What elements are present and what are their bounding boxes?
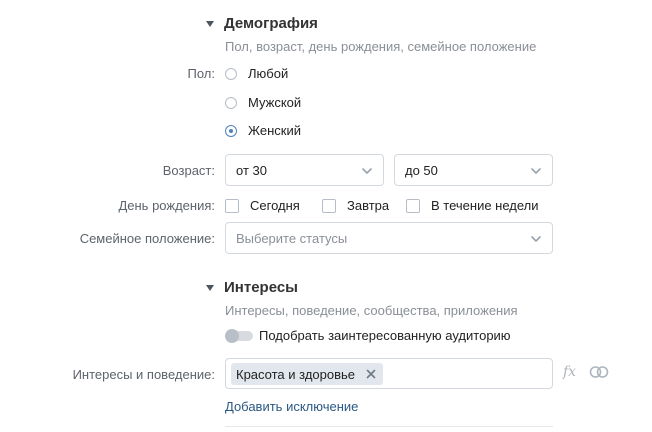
marital-label: Семейное положение: [79, 231, 215, 246]
demography-section-title[interactable]: Демография [224, 15, 318, 32]
birthday-option-label: Сегодня [250, 198, 300, 213]
collapse-arrow-icon[interactable] [206, 285, 214, 291]
age-to-select[interactable]: до 50 [394, 154, 553, 186]
interests-section-title[interactable]: Интересы [224, 279, 298, 296]
gender-label: Пол: [187, 66, 216, 81]
toggle-label: Подобрать заинтересованную аудиторию [259, 328, 511, 343]
radio-female[interactable] [225, 125, 237, 137]
demography-section-subtitle: Пол, возраст, день рождения, семейное по… [225, 39, 537, 54]
age-from-select[interactable]: от 30 [225, 154, 384, 186]
gender-option-male[interactable]: Мужской [225, 95, 345, 111]
interest-tag-label: Красота и здоровье [236, 367, 356, 382]
interests-input[interactable]: Красота и здоровье [225, 358, 553, 389]
radio-any[interactable] [225, 68, 237, 80]
collapse-arrow-icon[interactable] [206, 21, 214, 27]
birthday-option-week[interactable]: В течение недели [406, 197, 546, 215]
chevron-down-icon [531, 236, 541, 242]
birthday-option-tomorrow[interactable]: Завтра [322, 197, 402, 215]
birthday-label: День рождения: [118, 198, 215, 213]
checkbox-week[interactable] [406, 199, 420, 213]
marital-placeholder: Выберите статусы [236, 231, 348, 246]
age-from-value: от 30 [236, 163, 267, 178]
radio-male[interactable] [225, 97, 237, 109]
checkbox-tomorrow[interactable] [322, 199, 336, 213]
checkbox-today[interactable] [225, 199, 239, 213]
chevron-down-icon [531, 168, 541, 174]
interests-field-label: Интересы и поведение: [72, 367, 215, 382]
marital-status-select[interactable]: Выберите статусы [225, 222, 553, 254]
gender-option-label: Мужской [248, 95, 302, 110]
gender-option-any[interactable]: Любой [225, 66, 345, 82]
age-to-value: до 50 [405, 163, 438, 178]
intersection-circles-icon[interactable] [589, 365, 609, 379]
fx-icon[interactable]: fx [563, 364, 576, 380]
gender-option-label: Женский [248, 123, 301, 138]
birthday-option-label: Завтра [347, 198, 390, 213]
chevron-down-icon [362, 168, 372, 174]
remove-tag-icon[interactable] [366, 369, 376, 379]
birthday-option-today[interactable]: Сегодня [225, 197, 315, 215]
gender-option-label: Любой [248, 66, 289, 81]
gender-option-female[interactable]: Женский [225, 123, 345, 139]
interest-tag: Красота и здоровье [231, 363, 383, 385]
interests-section-subtitle: Интересы, поведение, сообщества, приложе… [225, 303, 518, 318]
age-label: Возраст: [162, 163, 215, 178]
audience-toggle[interactable]: Подобрать заинтересованную аудиторию [225, 327, 545, 345]
toggle-knob[interactable] [225, 329, 239, 343]
bottom-divider [225, 426, 553, 427]
birthday-option-label: В течение недели [431, 198, 539, 213]
add-exclusion-link[interactable]: Добавить исключение [225, 399, 358, 414]
